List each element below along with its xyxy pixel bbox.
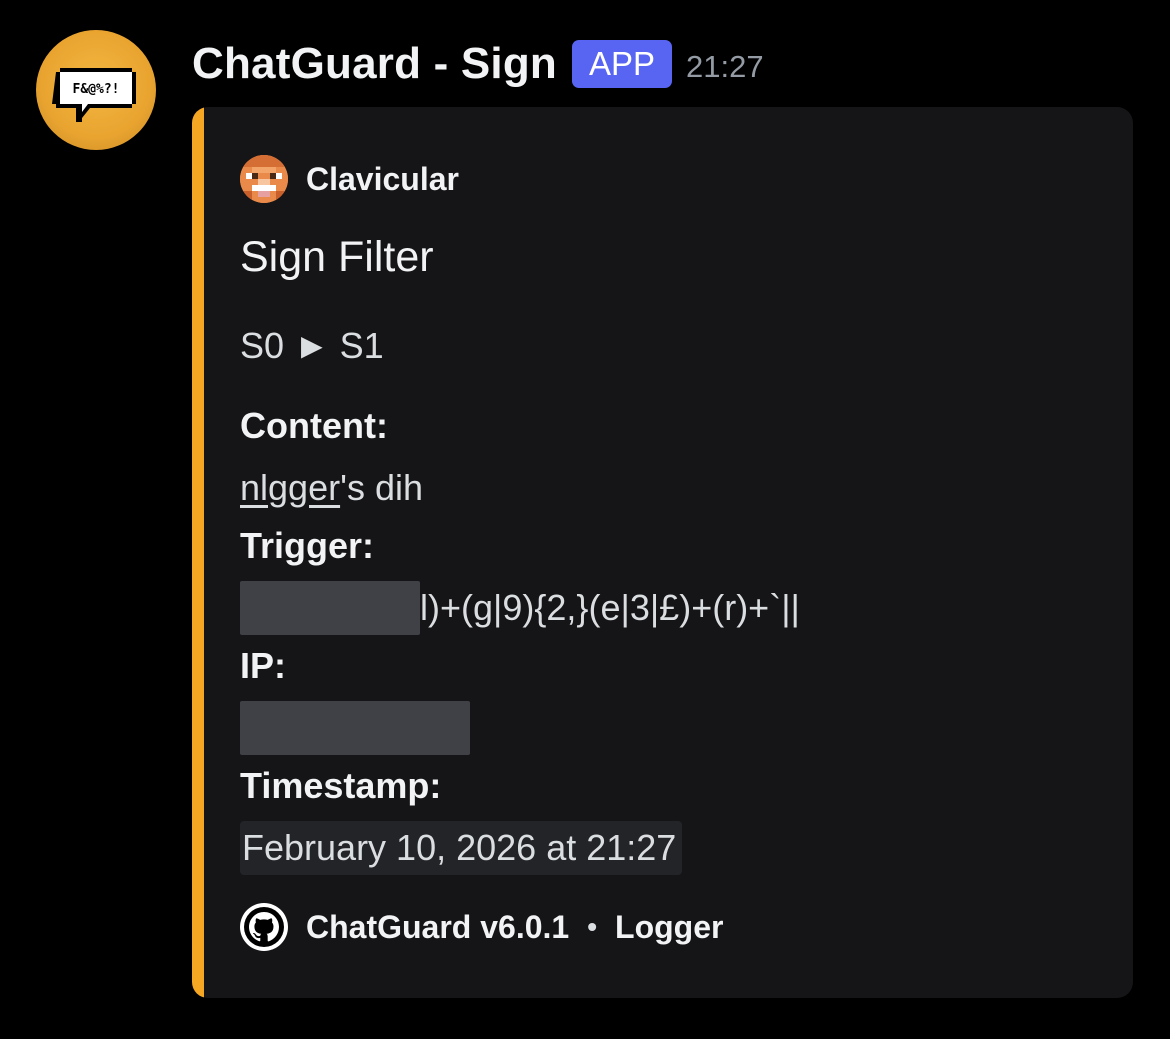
bot-username[interactable]: ChatGuard - Sign <box>192 39 557 89</box>
embed-author: Clavicular <box>240 155 459 203</box>
chat-message: F&@%?! ChatGuard - Sign APP 21:27 Clavic… <box>0 0 1170 1039</box>
field-timestamp-label: Timestamp: <box>240 765 442 806</box>
trigger-visible-text: l)+(g|9){2,}(e|3|£)+(r)+`|| <box>420 587 800 628</box>
message-timestamp[interactable]: 21:27 <box>686 49 764 85</box>
field-content-label: Content: <box>240 405 388 446</box>
bot-avatar[interactable]: F&@%?! <box>36 30 156 150</box>
content-link[interactable]: nlgger <box>240 467 340 508</box>
message-header: ChatGuard - Sign APP 21:27 <box>192 36 764 92</box>
field-timestamp-value: February 10, 2026 at 21:27 <box>240 821 683 875</box>
embed-author-name: Clavicular <box>306 160 459 197</box>
field-trigger-value: l)+(g|9){2,}(e|3|£)+(r)+`|| <box>240 581 800 635</box>
embed-accent-bar <box>192 107 204 998</box>
embed-footer: ChatGuard v6.0.1 • Logger <box>240 903 723 951</box>
ip-spoiler[interactable] <box>240 701 470 755</box>
player-head-icon <box>240 155 288 203</box>
footer-separator: • <box>587 911 598 942</box>
speech-bubble-profanity-icon: F&@%?! <box>52 68 136 122</box>
content-rest: 's dih <box>340 467 423 508</box>
footer-text: ChatGuard v6.0.1 <box>306 908 570 945</box>
app-badge: APP <box>571 40 673 88</box>
github-icon <box>240 903 288 951</box>
timestamp-chip[interactable]: February 10, 2026 at 21:27 <box>240 821 683 875</box>
embed-title: Sign Filter <box>240 233 434 281</box>
field-content-value: nlgger's dih <box>240 467 423 509</box>
embed-description: S0 ► S1 <box>240 325 384 366</box>
footer-label: Logger <box>615 908 724 945</box>
field-ip-value <box>240 701 470 755</box>
field-ip-label: IP: <box>240 645 287 686</box>
avatar-text: F&@%?! <box>73 82 120 97</box>
field-trigger-label: Trigger: <box>240 525 375 566</box>
log-embed: Clavicular Sign Filter S0 ► S1 Content: … <box>192 107 1133 998</box>
trigger-spoiler[interactable] <box>240 581 420 635</box>
